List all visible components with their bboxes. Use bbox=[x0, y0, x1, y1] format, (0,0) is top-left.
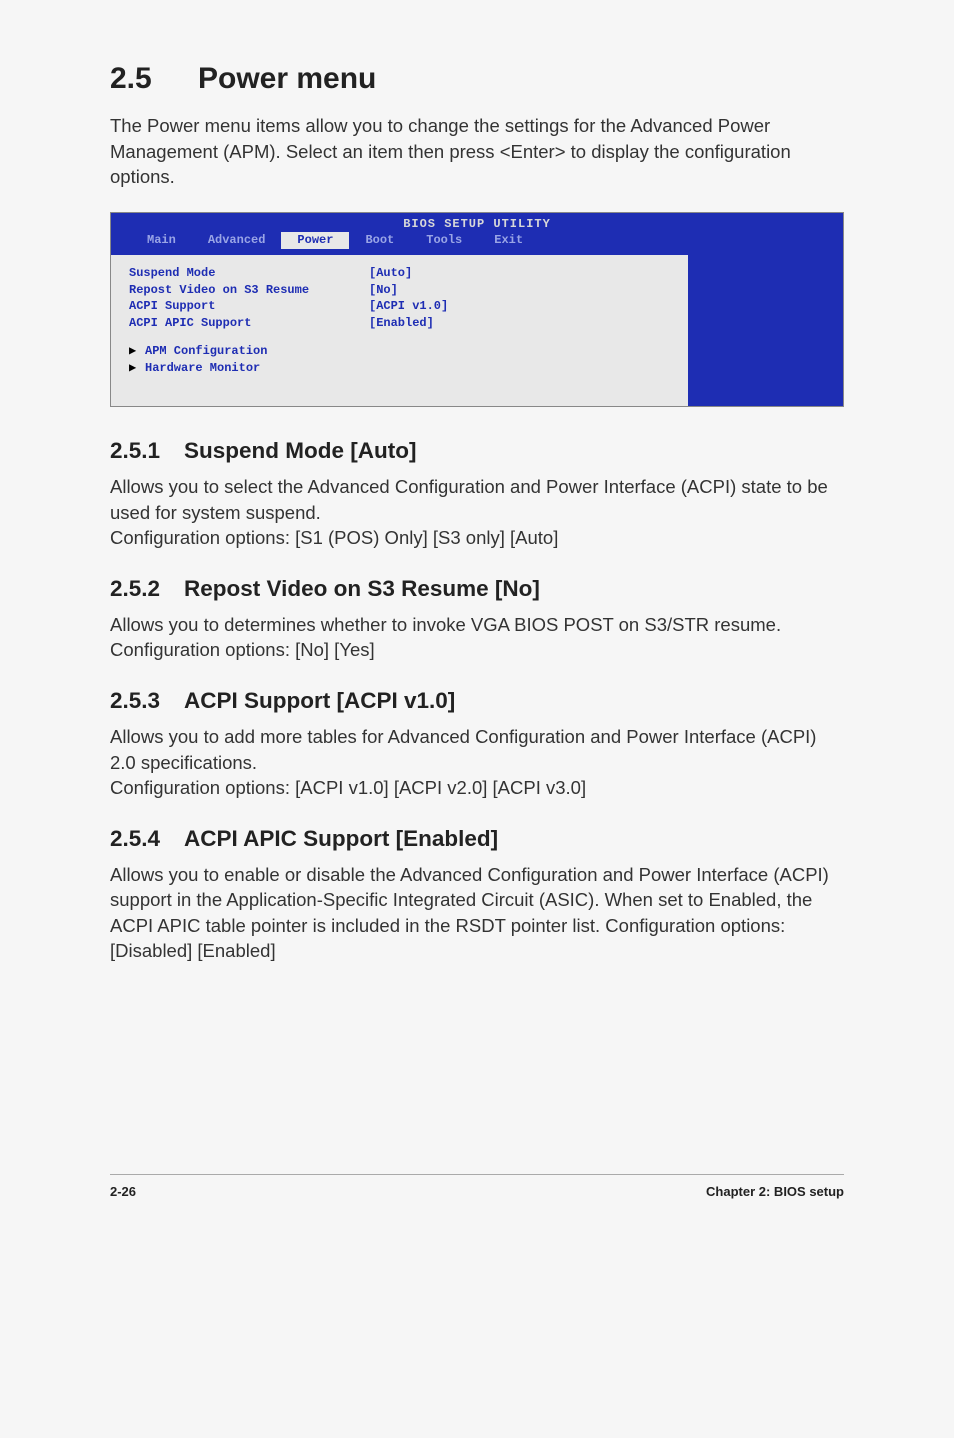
bios-row-label: ACPI APIC Support bbox=[129, 315, 369, 332]
bios-submenu-label: Hardware Monitor bbox=[145, 360, 260, 377]
bios-tab-bar: Main Advanced Power Boot Tools Exit bbox=[111, 232, 843, 249]
bios-row-label: Repost Video on S3 Resume bbox=[129, 282, 369, 299]
subsection-body: Allows you to enable or disable the Adva… bbox=[110, 862, 844, 964]
subsection-heading: 2.5.4 ACPI APIC Support [Enabled] bbox=[110, 823, 844, 854]
subsection-title: Repost Video on S3 Resume [No] bbox=[184, 573, 540, 604]
bios-tab-exit: Exit bbox=[478, 232, 539, 249]
bios-screenshot: BIOS SETUP UTILITY Main Advanced Power B… bbox=[110, 212, 844, 407]
bios-row-value: [Auto] bbox=[369, 265, 448, 282]
section-intro: The Power menu items allow you to change… bbox=[110, 113, 844, 190]
subsection-heading: 2.5.1 Suspend Mode [Auto] bbox=[110, 435, 844, 466]
subsection-number: 2.5.4 bbox=[110, 823, 184, 854]
bios-main-panel: Suspend Mode Repost Video on S3 Resume A… bbox=[111, 255, 688, 406]
page-footer: 2-26 Chapter 2: BIOS setup bbox=[110, 1174, 844, 1201]
footer-spacer bbox=[136, 1183, 706, 1201]
bios-values-col: [Auto] [No] [ACPI v1.0] [Enabled] bbox=[369, 265, 448, 331]
bios-submenu-row: ▶ Hardware Monitor bbox=[129, 360, 670, 377]
bios-tab-power: Power bbox=[281, 232, 349, 249]
bios-row-label: Suspend Mode bbox=[129, 265, 369, 282]
bios-tab-boot: Boot bbox=[349, 232, 410, 249]
section-heading: 2.5 Power menu bbox=[110, 58, 844, 99]
chapter-label: Chapter 2: BIOS setup bbox=[706, 1183, 844, 1201]
bios-tab-advanced: Advanced bbox=[192, 232, 282, 249]
bios-labels-col: Suspend Mode Repost Video on S3 Resume A… bbox=[129, 265, 369, 331]
bios-row-value: [No] bbox=[369, 282, 448, 299]
bios-help-panel bbox=[688, 255, 843, 406]
bios-title: BIOS SETUP UTILITY bbox=[111, 216, 843, 233]
subsection-number: 2.5.3 bbox=[110, 685, 184, 716]
bios-submenu-row: ▶ APM Configuration bbox=[129, 343, 670, 360]
subsection-number: 2.5.1 bbox=[110, 435, 184, 466]
section-title: Power menu bbox=[198, 58, 376, 99]
page-number: 2-26 bbox=[110, 1183, 136, 1201]
bios-submenu-label: APM Configuration bbox=[145, 343, 267, 360]
bios-tab-main: Main bbox=[131, 232, 192, 249]
bios-body: Suspend Mode Repost Video on S3 Resume A… bbox=[111, 255, 843, 406]
subsection-title: ACPI Support [ACPI v1.0] bbox=[184, 685, 455, 716]
subsection-config: Configuration options: [S1 (POS) Only] [… bbox=[110, 525, 844, 551]
subsection-title: Suspend Mode [Auto] bbox=[184, 435, 416, 466]
caret-right-icon: ▶ bbox=[129, 360, 145, 377]
subsection-body: Allows you to add more tables for Advanc… bbox=[110, 724, 844, 775]
subsection-title: ACPI APIC Support [Enabled] bbox=[184, 823, 498, 854]
subsection-body: Allows you to select the Advanced Config… bbox=[110, 474, 844, 525]
caret-right-icon: ▶ bbox=[129, 343, 145, 360]
bios-row-label: ACPI Support bbox=[129, 298, 369, 315]
section-number: 2.5 bbox=[110, 58, 198, 99]
bios-row-value: [ACPI v1.0] bbox=[369, 298, 448, 315]
subsection-body: Allows you to determines whether to invo… bbox=[110, 612, 844, 663]
subsection-number: 2.5.2 bbox=[110, 573, 184, 604]
subsection-heading: 2.5.3 ACPI Support [ACPI v1.0] bbox=[110, 685, 844, 716]
subsection-heading: 2.5.2 Repost Video on S3 Resume [No] bbox=[110, 573, 844, 604]
bios-header: BIOS SETUP UTILITY Main Advanced Power B… bbox=[111, 213, 843, 255]
bios-tab-tools: Tools bbox=[410, 232, 478, 249]
bios-row-value: [Enabled] bbox=[369, 315, 448, 332]
subsection-config: Configuration options: [ACPI v1.0] [ACPI… bbox=[110, 775, 844, 801]
